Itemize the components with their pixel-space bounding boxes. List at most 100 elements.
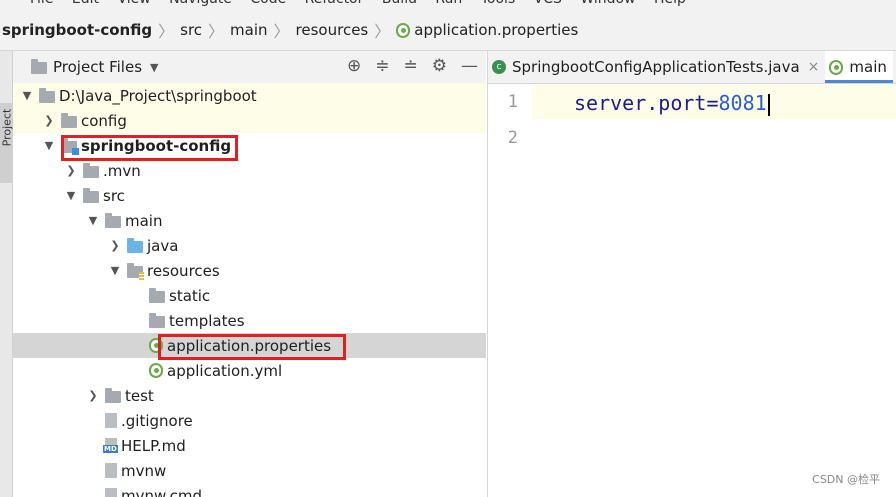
tool-window-strip: Project [0, 51, 14, 497]
breadcrumb: springboot-config 〉 src 〉 main 〉 resourc… [0, 10, 896, 51]
tree-row[interactable]: ❯ test [13, 383, 486, 408]
tree-row[interactable]: application.yml [13, 358, 486, 383]
tree-row-label: main [125, 211, 163, 230]
expand-all-icon[interactable]: ≑ [375, 57, 389, 75]
breadcrumb-item-project[interactable]: springboot-config [0, 21, 152, 39]
chevron-right-icon: 〉 [208, 22, 225, 41]
locate-file-icon[interactable]: ⊕ [347, 57, 361, 75]
chevron-right-icon: 〉 [374, 22, 391, 41]
file-icon [105, 463, 117, 478]
tree-row[interactable]: mvnw.cmd [13, 483, 486, 497]
chevron-down-icon[interactable]: ▼ [150, 61, 158, 74]
tab-tests-java[interactable]: c SpringbootConfigApplicationTests.java … [488, 51, 825, 83]
chevron-right-icon[interactable]: ❯ [109, 239, 121, 252]
tree-row[interactable]: mvnw [13, 458, 486, 483]
folder-icon [31, 59, 47, 74]
text-caret [767, 93, 770, 116]
tree-row-label: java [147, 236, 179, 255]
folder-icon [149, 287, 165, 303]
folder-icon [83, 162, 99, 178]
tree-row-label: static [169, 286, 211, 305]
tree-row-label: test [125, 386, 154, 405]
editor-panel: c SpringbootConfigApplicationTests.java … [487, 51, 896, 497]
tree-row-label: mvnw [121, 461, 167, 480]
chevron-right-icon[interactable]: ❯ [65, 164, 77, 177]
annotation-box-properties-file [158, 334, 346, 360]
tab-label: main [849, 58, 887, 76]
close-icon[interactable]: × [808, 59, 820, 75]
folder-icon [61, 112, 77, 128]
tree-row-label: .mvn [103, 161, 141, 180]
tree-row[interactable]: ❯ .mvn [13, 158, 486, 183]
folder-icon [149, 312, 165, 328]
editor-tabs: c SpringbootConfigApplicationTests.java … [488, 51, 896, 84]
file-icon [105, 413, 117, 428]
file-icon [105, 488, 117, 497]
spring-leaf-icon [829, 59, 844, 75]
watermark: CSDN @检平 [812, 473, 880, 486]
chevron-right-icon: 〉 [158, 22, 175, 41]
annotation-box-module [61, 135, 238, 161]
tree-row[interactable]: ▼ D:\Java_Project\springboot [13, 83, 486, 108]
tab-main-properties[interactable]: main [825, 51, 894, 83]
spring-leaf-icon [149, 363, 163, 378]
property-value: 8081 [718, 91, 767, 115]
collapse-all-icon[interactable]: ≐ [404, 57, 418, 75]
chevron-down-icon[interactable]: ▼ [87, 214, 99, 227]
tree-row-label: resources [147, 261, 220, 280]
tab-label: SpringbootConfigApplicationTests.java [512, 58, 800, 76]
line-number-gutter: 1 2 [488, 84, 532, 497]
breadcrumb-item-file[interactable]: application.properties [396, 21, 578, 39]
tree-row-label: config [81, 111, 127, 130]
tree-row[interactable]: ❯ java [13, 233, 486, 258]
tree-row-label: src [103, 186, 125, 205]
chevron-right-icon[interactable]: ❯ [87, 389, 99, 402]
chevron-down-icon[interactable]: ▼ [109, 264, 121, 277]
tree-row-label: HELP.md [121, 436, 186, 455]
chevron-down-icon[interactable]: ▼ [21, 89, 33, 102]
markdown-file-icon [103, 438, 118, 453]
gear-icon[interactable]: ⚙ [432, 57, 447, 75]
spring-leaf-icon [396, 22, 411, 38]
line-number: 1 [507, 92, 518, 112]
chevron-right-icon: 〉 [273, 22, 290, 41]
property-equals: = [706, 91, 719, 115]
tree-row[interactable]: static [13, 283, 486, 308]
source-folder-icon [127, 237, 143, 253]
tree-row[interactable]: templates [13, 308, 486, 333]
tree-row[interactable]: HELP.md [13, 433, 486, 458]
tree-row[interactable]: ▼ main [13, 208, 486, 233]
property-key: server.port [574, 91, 707, 115]
project-tool-tab-label: Project [0, 108, 14, 147]
java-class-icon: c [492, 60, 506, 74]
breadcrumb-item-resources[interactable]: resources [296, 21, 369, 39]
project-toolbar: ⊕ ≑ ≐ ⚙ — [347, 57, 478, 75]
tree-row-label: templates [169, 311, 245, 330]
chevron-down-icon[interactable]: ▼ [65, 189, 77, 202]
tree-row[interactable]: ▼ src [13, 183, 486, 208]
project-view-selector[interactable]: Project Files [53, 58, 142, 76]
tree-row-label: .gitignore [121, 411, 193, 430]
tree-row-label: mvnw.cmd [121, 486, 203, 497]
project-panel-header: Project Files ▼ ⊕ ≑ ≐ ⚙ — [13, 51, 486, 84]
tree-row[interactable]: ▼ resources [13, 258, 486, 283]
tree-row[interactable]: .gitignore [13, 408, 486, 433]
tree-row-label: application.yml [167, 361, 283, 380]
breadcrumb-item-main[interactable]: main [230, 21, 267, 39]
chevron-right-icon[interactable]: ❯ [43, 114, 55, 127]
folder-icon [39, 87, 55, 103]
code-line-1[interactable]: server.port=8081 [574, 91, 770, 116]
minimize-icon[interactable]: — [461, 57, 478, 75]
resources-folder-icon [127, 262, 144, 280]
breadcrumb-file-label: application.properties [414, 21, 579, 39]
menu-items[interactable]: File Edit View Navigate Code Refactor Bu… [30, 0, 686, 7]
line-number: 2 [507, 128, 518, 148]
chevron-down-icon[interactable]: ▼ [43, 139, 55, 152]
folder-icon [105, 212, 121, 228]
folder-icon [83, 187, 99, 203]
tree-row-label: D:\Java_Project\springboot [59, 86, 257, 105]
folder-icon [105, 387, 121, 403]
menu-bar: File Edit View Navigate Code Refactor Bu… [0, 0, 896, 10]
tree-row[interactable]: ❯ config [13, 108, 486, 133]
breadcrumb-item-src[interactable]: src [180, 21, 202, 39]
